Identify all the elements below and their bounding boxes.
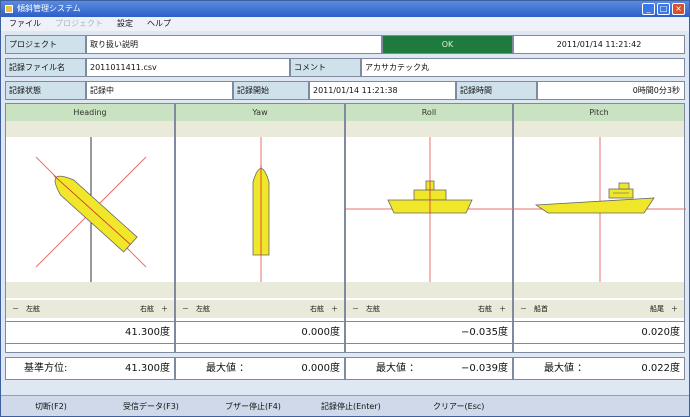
scale-labels: － 左舷 右舷 ＋ (6, 300, 174, 318)
heading-panel: Heading － 左舷 右舷 ＋ (5, 103, 175, 353)
yaw-panel: Yaw － 左舷 右舷 ＋ (175, 103, 345, 353)
elapsed-label: 記録時間 (456, 81, 537, 100)
panel-title: Heading (6, 104, 174, 121)
project-label: プロジェクト (5, 35, 86, 54)
reference-label: 基準方位: (24, 363, 68, 374)
menu-bar: ファイル プロジェクト 設定 ヘルプ (1, 17, 689, 31)
receive-data-button[interactable]: 受信データ(F3) (123, 396, 179, 417)
window-title: 傾斜管理システム (17, 4, 81, 13)
clear-button[interactable]: クリアー(Esc) (433, 396, 484, 417)
scale-labels: － 船首 船尾 ＋ (514, 300, 684, 318)
menu-help[interactable]: ヘルプ (147, 17, 171, 31)
menu-file[interactable]: ファイル (9, 17, 41, 31)
current-datetime: 2011/01/14 11:21:42 (513, 35, 685, 54)
roll-panel: Roll － 左舷 右舷 ＋ (345, 103, 514, 353)
comment-label: コメント (290, 58, 361, 77)
menu-settings[interactable]: 設定 (117, 17, 133, 31)
scale-labels: － 左舷 右舷 ＋ (346, 300, 512, 318)
maximize-icon[interactable]: □ (657, 3, 670, 15)
yaw-value: 0.000度 (175, 321, 345, 344)
app-window: 傾斜管理システム _ □ × ファイル プロジェクト 設定 ヘルプ プロジェクト… (0, 0, 690, 417)
disconnect-button[interactable]: 切断(F2) (35, 396, 67, 417)
max-value: 0.000度 (301, 363, 340, 374)
start-value: 2011/01/14 11:21:38 (309, 81, 456, 100)
function-key-bar: 切断(F2) 受信データ(F3) ブザー停止(F4) 記録停止(Enter) ク… (1, 395, 689, 416)
max-label: 最大値 ： (206, 363, 250, 374)
panel-title: Pitch (514, 104, 684, 121)
reference-value: 41.300度 (125, 363, 170, 374)
pitch-value: 0.020度 (513, 321, 685, 344)
max-value: 0.022度 (641, 363, 680, 374)
heading-value: 41.300度 (5, 321, 175, 344)
status-badge: OK (382, 35, 513, 54)
roll-value: −0.035度 (345, 321, 513, 344)
close-icon[interactable]: × (672, 3, 685, 15)
ship-top-view-icon (53, 175, 138, 253)
app-icon (5, 5, 13, 13)
heading-reference: 基準方位: 41.300度 (5, 357, 175, 380)
state-value: 記録中 (86, 81, 233, 100)
scale-labels: － 左舷 右舷 ＋ (176, 300, 344, 318)
panel-title: Roll (346, 104, 512, 121)
buzzer-stop-button[interactable]: ブザー停止(F4) (225, 396, 281, 417)
minimize-icon[interactable]: _ (642, 3, 655, 15)
pitch-max: 最大値 ： 0.022度 (513, 357, 685, 380)
window-controls: _ □ × (642, 3, 685, 15)
max-label: 最大値 ： (376, 363, 420, 374)
max-value: −0.039度 (460, 363, 508, 374)
panel-title: Yaw (176, 104, 344, 121)
ship-side-view-icon (534, 182, 655, 214)
file-label: 記録ファイル名 (5, 58, 86, 77)
project-value: 取り扱い説明 (86, 35, 382, 54)
title-bar: 傾斜管理システム _ □ × (1, 1, 689, 17)
record-stop-button[interactable]: 記録停止(Enter) (321, 396, 381, 417)
roll-max: 最大値 ： −0.039度 (345, 357, 513, 380)
heading-indicator (6, 137, 174, 282)
menu-project[interactable]: プロジェクト (55, 17, 103, 31)
yaw-max: 最大値 ： 0.000度 (175, 357, 345, 380)
pitch-indicator (514, 137, 686, 282)
ship-top-view-icon (252, 165, 270, 256)
max-label: 最大値 ： (544, 363, 588, 374)
roll-indicator (346, 137, 514, 282)
elapsed-value: 0時間0分3秒 (537, 81, 685, 100)
yaw-indicator (176, 137, 344, 282)
state-label: 記録状態 (5, 81, 86, 100)
comment-value: アカサカテック丸 (361, 58, 685, 77)
start-label: 記録開始 (233, 81, 309, 100)
ship-front-view-icon (387, 180, 473, 214)
pitch-panel: Pitch － 船首 船尾 ＋ (513, 103, 686, 353)
file-value: 2011011411.csv (86, 58, 290, 77)
